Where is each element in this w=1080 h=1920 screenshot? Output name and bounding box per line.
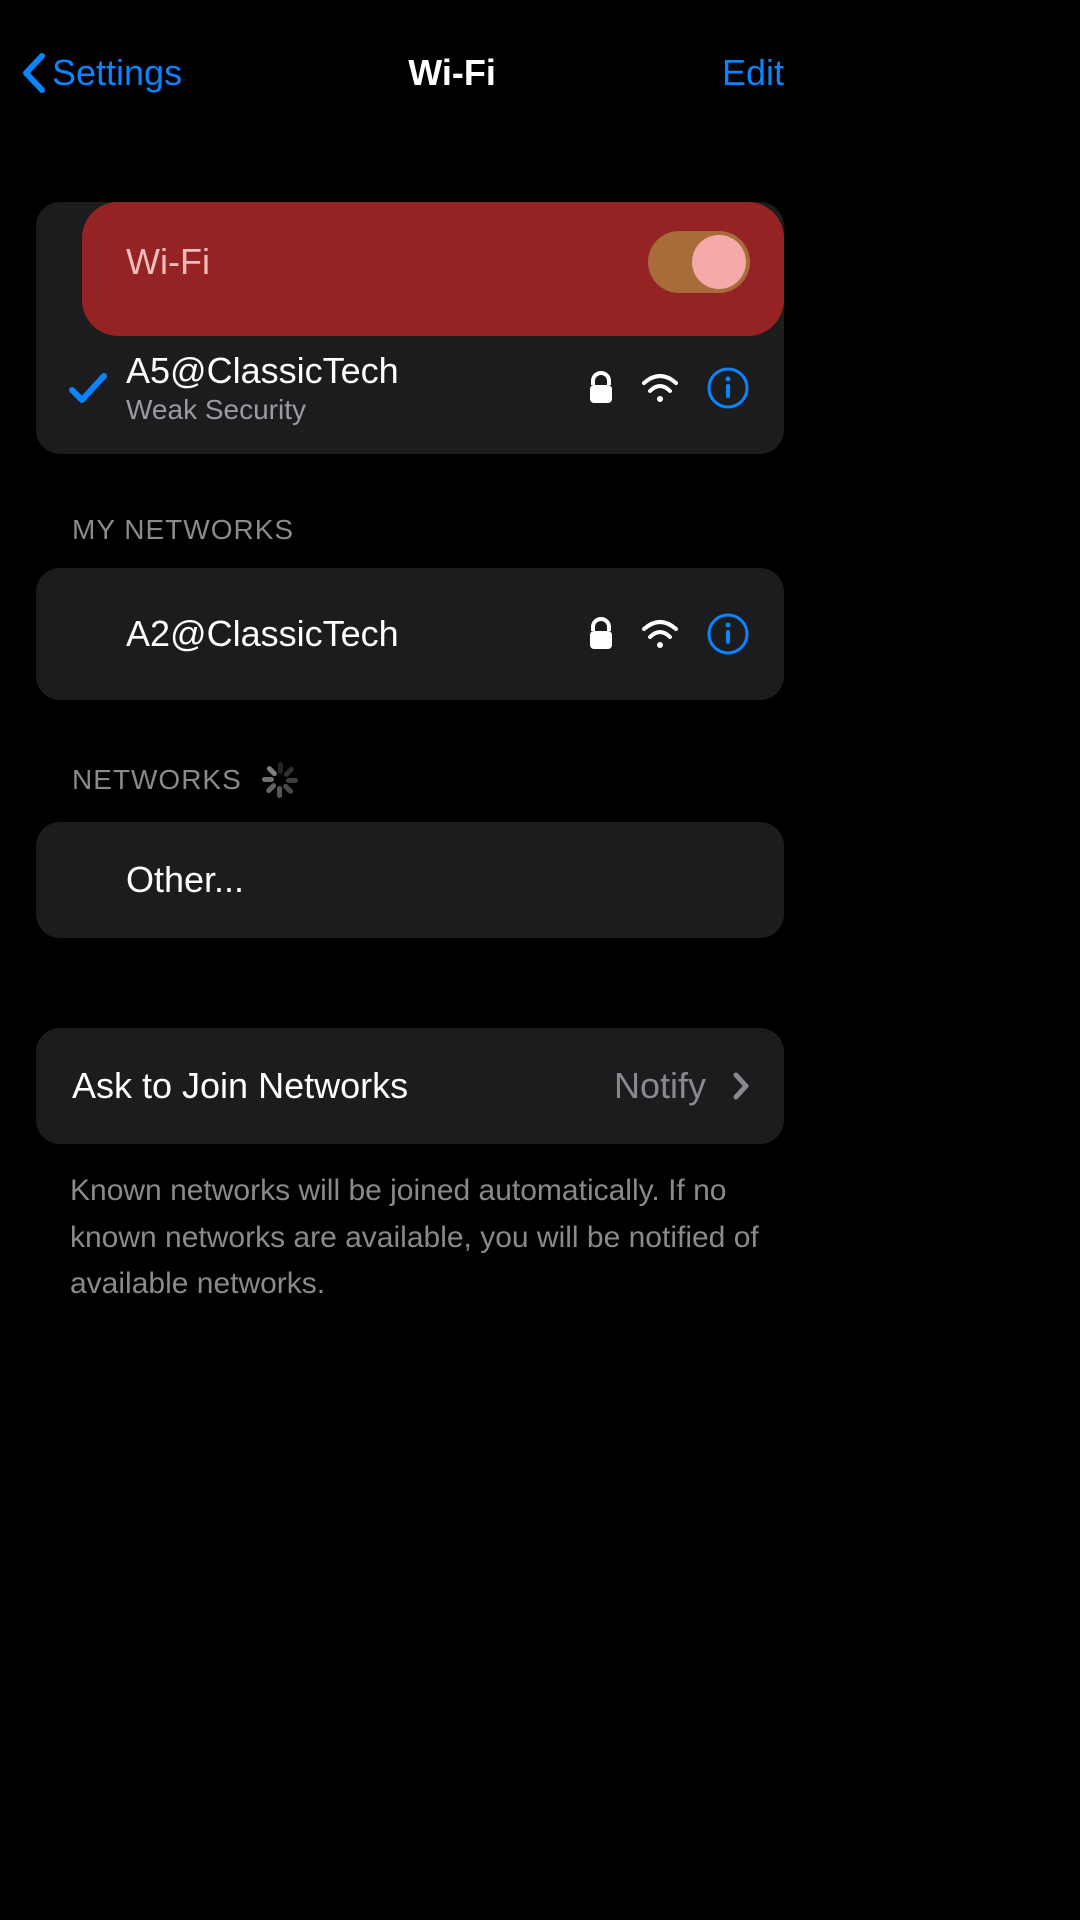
lock-icon (588, 617, 614, 651)
ask-to-join-row[interactable]: Ask to Join Networks Notify (36, 1028, 784, 1144)
back-button[interactable]: Settings (20, 52, 182, 94)
wifi-icon (640, 619, 680, 649)
ask-to-join-label: Ask to Join Networks (72, 1065, 614, 1107)
my-networks-header: MY NETWORKS (72, 514, 820, 546)
chevron-left-icon (20, 52, 46, 94)
other-label: Other... (126, 859, 750, 901)
info-button[interactable] (706, 612, 750, 656)
edit-button[interactable]: Edit (722, 52, 784, 94)
info-button[interactable] (706, 366, 750, 410)
connected-network-row[interactable]: A5@ClassicTech Weak Security (36, 322, 784, 454)
wifi-icon (640, 373, 680, 403)
checkmark-icon (66, 366, 110, 410)
ask-to-join-value: Notify (614, 1065, 706, 1107)
networks-header: NETWORKS /* spokes generated below */ (72, 760, 820, 800)
connected-network-name: A5@ClassicTech (126, 350, 588, 392)
page-title: Wi-Fi (408, 52, 496, 94)
back-label: Settings (52, 52, 182, 94)
connected-network-sub: Weak Security (126, 394, 588, 426)
wifi-toggle[interactable] (648, 231, 750, 293)
wifi-toggle-label: Wi-Fi (126, 241, 648, 283)
spinner-icon: /* spokes generated below */ (260, 760, 300, 800)
chevron-right-icon (732, 1071, 750, 1101)
my-network-row[interactable]: A2@ClassicTech (36, 568, 784, 700)
lock-icon (588, 371, 614, 405)
wifi-toggle-row[interactable]: Wi-Fi (36, 202, 784, 322)
network-name: A2@ClassicTech (126, 613, 588, 655)
other-network-row[interactable]: Other... (36, 822, 784, 938)
ask-footer: Known networks will be joined automatica… (70, 1168, 784, 1308)
